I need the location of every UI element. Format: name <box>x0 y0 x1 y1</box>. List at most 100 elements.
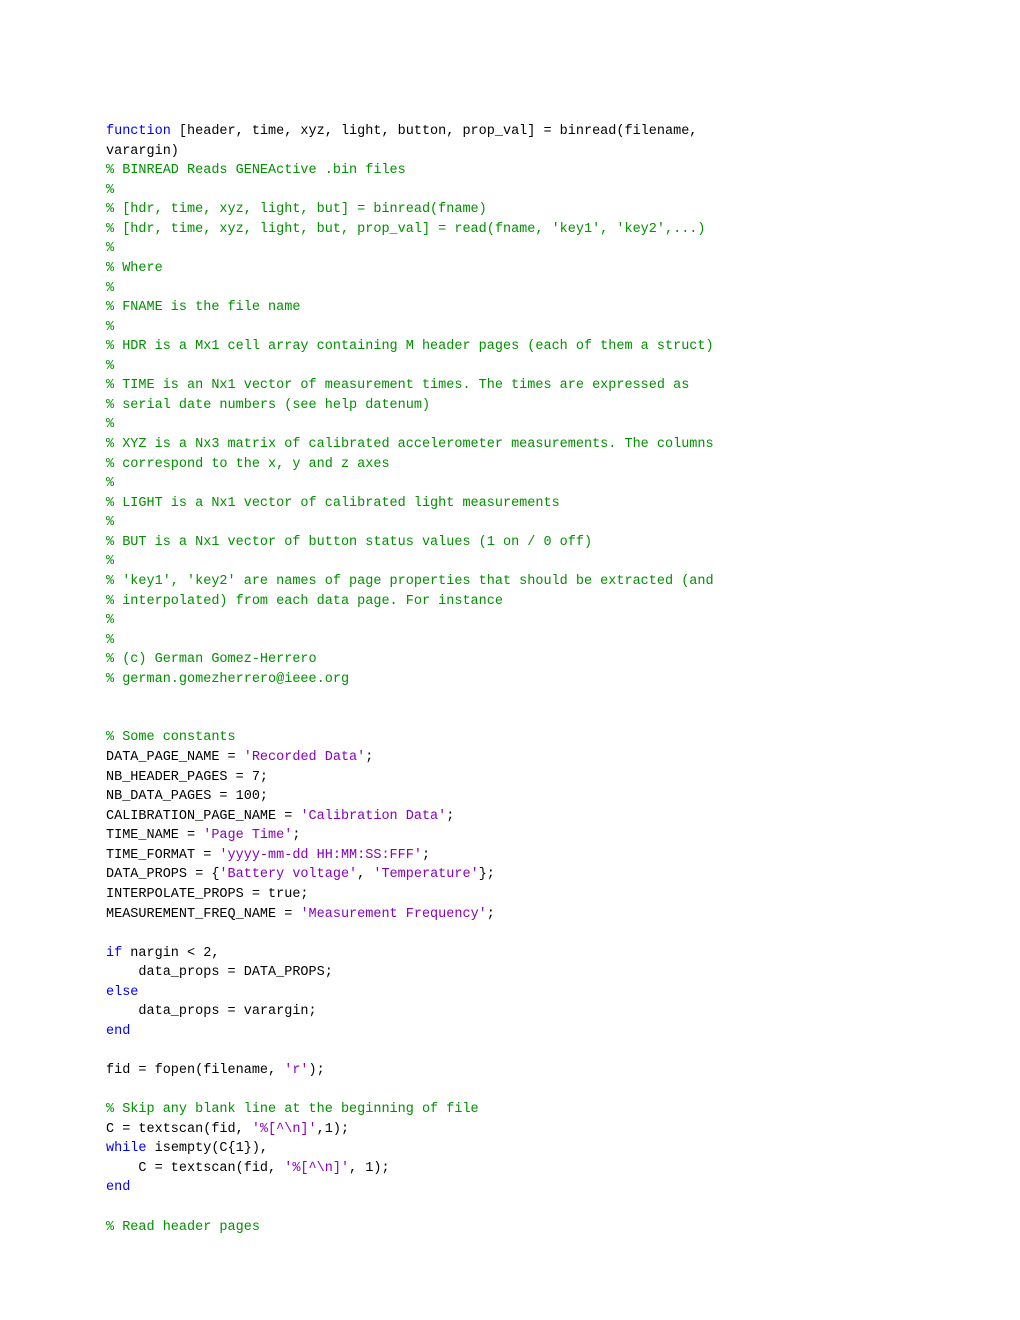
code-line: TIME_FORMAT = 'yyyy-mm-dd HH:MM:SS:FFF'; <box>106 846 914 866</box>
code-token: % <box>106 633 114 648</box>
code-token: % [hdr, time, xyz, light, but] = binread… <box>106 202 487 217</box>
code-token: 'r' <box>284 1063 308 1078</box>
code-token: % <box>106 515 114 530</box>
code-token: '%[^\n]' <box>252 1122 317 1137</box>
code-token: % serial date numbers (see help datenum) <box>106 398 430 413</box>
code-line: % interpolated) from each data page. For… <box>106 592 914 612</box>
code-token: % <box>106 320 114 335</box>
code-line: NB_HEADER_PAGES = 7; <box>106 768 914 788</box>
code-line: % (c) German Gomez-Herrero <box>106 650 914 670</box>
code-line: else <box>106 983 914 1003</box>
code-token: NB_DATA_PAGES = 100; <box>106 789 268 804</box>
code-line: % Where <box>106 259 914 279</box>
code-token: 'Page Time' <box>203 828 292 843</box>
code-line: % [hdr, time, xyz, light, but, prop_val]… <box>106 220 914 240</box>
code-line <box>106 1041 914 1061</box>
code-line: % <box>106 239 914 259</box>
code-token: % <box>106 554 114 569</box>
code-token: % LIGHT is a Nx1 vector of calibrated li… <box>106 496 560 511</box>
code-token: % <box>106 359 114 374</box>
code-token: MEASUREMENT_FREQ_NAME = <box>106 907 300 922</box>
code-line: % 'key1', 'key2' are names of page prope… <box>106 572 914 592</box>
code-token: % <box>106 417 114 432</box>
code-token: % Read header pages <box>106 1220 260 1235</box>
code-line: % [hdr, time, xyz, light, but] = binread… <box>106 200 914 220</box>
code-token: % Skip any blank line at the beginning o… <box>106 1102 479 1117</box>
code-token: 'yyyy-mm-dd HH:MM:SS:FFF' <box>219 848 422 863</box>
code-token: , <box>357 867 373 882</box>
code-token: % correspond to the x, y and z axes <box>106 457 390 472</box>
code-token: function <box>106 124 171 139</box>
code-line: % FNAME is the file name <box>106 298 914 318</box>
code-token: % BUT is a Nx1 vector of button status v… <box>106 535 592 550</box>
code-token: 'Measurement Frequency' <box>300 907 486 922</box>
code-token: C = textscan(fid, <box>106 1122 252 1137</box>
code-line: % TIME is an Nx1 vector of measurement t… <box>106 376 914 396</box>
code-token: ; <box>422 848 430 863</box>
code-line: TIME_NAME = 'Page Time'; <box>106 826 914 846</box>
code-line <box>106 1198 914 1218</box>
code-line: MEASUREMENT_FREQ_NAME = 'Measurement Fre… <box>106 905 914 925</box>
code-token: % XYZ is a Nx3 matrix of calibrated acce… <box>106 437 714 452</box>
code-page: function [header, time, xyz, light, butt… <box>0 0 1020 1297</box>
code-line <box>106 709 914 729</box>
code-line: % <box>106 279 914 299</box>
code-token: % <box>106 613 114 628</box>
code-line: % correspond to the x, y and z axes <box>106 455 914 475</box>
code-line: % LIGHT is a Nx1 vector of calibrated li… <box>106 494 914 514</box>
code-token: nargin < 2, <box>122 946 219 961</box>
code-line: % BUT is a Nx1 vector of button status v… <box>106 533 914 553</box>
code-token: % (c) German Gomez-Herrero <box>106 652 317 667</box>
code-line: % <box>106 318 914 338</box>
code-line: end <box>106 1178 914 1198</box>
code-token: isempty(C{1}), <box>147 1141 269 1156</box>
code-token: 'Calibration Data' <box>300 809 446 824</box>
code-token: , 1); <box>349 1161 390 1176</box>
code-token: % <box>106 241 114 256</box>
code-token: % <box>106 183 114 198</box>
code-line <box>106 689 914 709</box>
code-token: end <box>106 1024 130 1039</box>
code-token: fid = fopen(filename, <box>106 1063 284 1078</box>
code-token: % Some constants <box>106 730 236 745</box>
code-line: % <box>106 181 914 201</box>
code-token: end <box>106 1180 130 1195</box>
code-container: function [header, time, xyz, light, butt… <box>106 122 914 1237</box>
code-token: % german.gomezherrero@ieee.org <box>106 672 349 687</box>
code-line: % BINREAD Reads GENEActive .bin files <box>106 161 914 181</box>
code-line: CALIBRATION_PAGE_NAME = 'Calibration Dat… <box>106 807 914 827</box>
code-line: fid = fopen(filename, 'r'); <box>106 1061 914 1081</box>
code-token: if <box>106 946 122 961</box>
code-token: % 'key1', 'key2' are names of page prope… <box>106 574 714 589</box>
code-line: while isempty(C{1}), <box>106 1139 914 1159</box>
code-token: 'Temperature' <box>373 867 478 882</box>
code-line: % german.gomezherrero@ieee.org <box>106 670 914 690</box>
code-line: % <box>106 415 914 435</box>
code-line: C = textscan(fid, '%[^\n]',1); <box>106 1120 914 1140</box>
code-token: CALIBRATION_PAGE_NAME = <box>106 809 300 824</box>
code-token: % BINREAD Reads GENEActive .bin files <box>106 163 406 178</box>
code-token: varargin) <box>106 144 179 159</box>
code-token: 'Recorded Data' <box>244 750 366 765</box>
code-line: INTERPOLATE_PROPS = true; <box>106 885 914 905</box>
code-token: % [hdr, time, xyz, light, but, prop_val]… <box>106 222 706 237</box>
code-token: while <box>106 1141 147 1156</box>
code-line: varargin) <box>106 142 914 162</box>
code-token: ; <box>487 907 495 922</box>
code-token: % <box>106 281 114 296</box>
code-line: % <box>106 513 914 533</box>
code-line: % <box>106 552 914 572</box>
code-line: DATA_PROPS = {'Battery voltage', 'Temper… <box>106 865 914 885</box>
code-token: ; <box>446 809 454 824</box>
code-token: else <box>106 985 138 1000</box>
code-line <box>106 924 914 944</box>
code-line: % <box>106 611 914 631</box>
code-token: % HDR is a Mx1 cell array containing M h… <box>106 339 714 354</box>
code-token: data_props = DATA_PROPS; <box>106 965 333 980</box>
code-line: % <box>106 474 914 494</box>
code-line: % serial date numbers (see help datenum) <box>106 396 914 416</box>
code-line: % Skip any blank line at the beginning o… <box>106 1100 914 1120</box>
code-token: DATA_PROPS = { <box>106 867 219 882</box>
code-token: data_props = varargin; <box>106 1004 317 1019</box>
code-token: C = textscan(fid, <box>106 1161 284 1176</box>
